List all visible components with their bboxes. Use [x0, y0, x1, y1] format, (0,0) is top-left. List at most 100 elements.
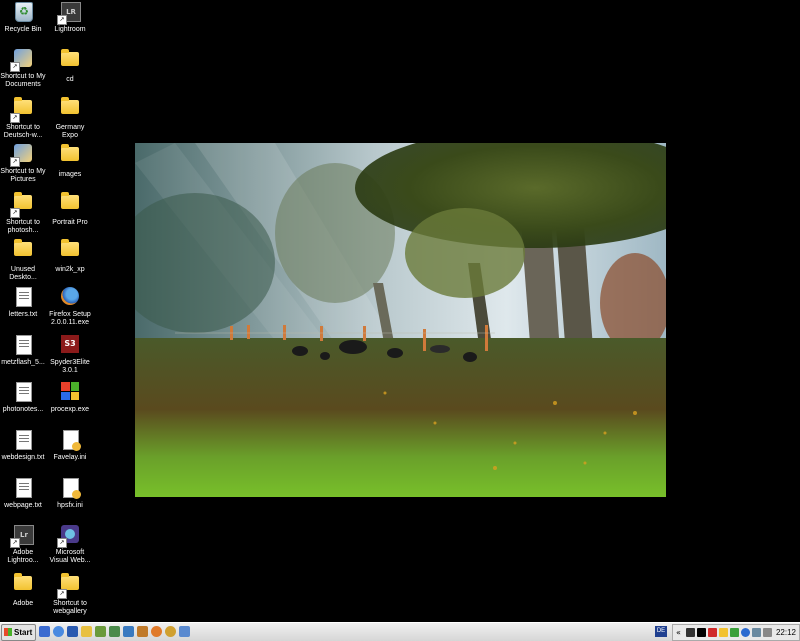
shortcut-arrow-icon: ↗	[10, 62, 20, 72]
spyder3elite-app[interactable]: S3 Spyder3Elite 3.0.1	[47, 333, 93, 375]
icon-label: Recycle Bin	[4, 26, 42, 33]
cd-folder[interactable]: cd	[47, 47, 93, 84]
tray-network-icon[interactable]	[752, 628, 761, 637]
procexp-app[interactable]: procexp.exe	[47, 380, 93, 414]
firefox-setup-icon	[61, 287, 79, 305]
icon-label: Adobe Lightroo...	[7, 549, 39, 564]
icon-label: Portrait Pro	[52, 219, 88, 226]
tray-expand-icon[interactable]: «	[676, 628, 685, 637]
shortcut-arrow-icon: ↗	[10, 208, 20, 218]
shortcut-arrow-icon: ↗	[57, 538, 67, 548]
images-folder[interactable]: images	[47, 142, 93, 179]
shortcut-arrow-icon: ↗	[57, 15, 67, 25]
my-pictures-shortcut[interactable]: ↗ Shortcut to My Pictures	[0, 142, 46, 184]
quick-launch-ie-icon[interactable]	[53, 626, 64, 637]
recycle-bin-icon: ♻	[15, 2, 33, 22]
icon-label: metzflash_5...	[1, 359, 45, 366]
icon-label: Firefox Setup 2.0.0.11.exe	[49, 311, 91, 326]
tray-red-icon[interactable]	[708, 628, 717, 637]
icon-label: Microsoft Visual Web...	[49, 549, 91, 564]
icon-label: Adobe	[12, 600, 34, 607]
text-file-icon	[16, 430, 32, 450]
text-file-icon	[16, 382, 32, 402]
icon-label: images	[58, 171, 82, 178]
quick-launch-app-icon[interactable]	[95, 626, 106, 637]
icon-label: photonotes...	[2, 406, 44, 413]
folder-icon	[14, 239, 32, 256]
lightroom-desktop-icon[interactable]: LR ↗ Lightroom	[47, 0, 93, 34]
tray-green-icon[interactable]	[730, 628, 739, 637]
quick-launch-media-icon[interactable]	[109, 626, 120, 637]
icon-label: Shortcut to photosh...	[6, 219, 40, 234]
shortcut-arrow-icon: ↗	[10, 538, 20, 548]
ini-file-icon	[63, 430, 81, 451]
windows-logo-icon	[4, 628, 12, 636]
win2k-xp-folder[interactable]: win2k_xp	[47, 237, 93, 274]
tray-black-icon[interactable]	[697, 628, 706, 637]
shortcut-arrow-icon: ↗	[10, 113, 20, 123]
folder-icon	[61, 239, 79, 256]
quick-launch-search-icon[interactable]	[123, 626, 134, 637]
visual-web-shortcut[interactable]: ↗ Microsoft Visual Web...	[47, 523, 93, 565]
recycle-bin-desktop-icon[interactable]: ♻ Recycle Bin	[0, 0, 46, 34]
webgallery-shortcut[interactable]: ↗ Shortcut to webgallery	[47, 571, 93, 616]
icon-label: webpage.txt	[4, 502, 42, 509]
folder-icon	[61, 49, 79, 66]
icon-label: Shortcut to My Pictures	[0, 168, 46, 183]
adobe-folder[interactable]: Adobe	[0, 571, 46, 608]
icon-label: procexp.exe	[50, 406, 90, 413]
my-documents-shortcut[interactable]: ↗ Shortcut to My Documents	[0, 47, 46, 89]
letters-txt-file[interactable]: letters.txt	[0, 285, 46, 319]
spyder-icon: S3	[61, 335, 79, 353]
text-file-icon	[16, 478, 32, 498]
language-indicator[interactable]: DE	[655, 626, 667, 637]
favelay-ini-file[interactable]: Favelay.ini	[47, 428, 93, 462]
ini-file-icon	[63, 478, 81, 499]
icon-label: letters.txt	[8, 311, 38, 318]
photoshop-shortcut[interactable]: ↗ Shortcut to photosh...	[0, 190, 46, 235]
icon-label: Spyder3Elite 3.0.1	[50, 359, 90, 374]
webpage-txt-file[interactable]: webpage.txt	[0, 476, 46, 510]
firefox-setup-file[interactable]: Firefox Setup 2.0.0.11.exe	[47, 285, 93, 327]
icon-label: hpsfx.ini	[57, 502, 83, 509]
adobe-lightroom-shortcut[interactable]: Lr ↗ Adobe Lightroo...	[0, 523, 46, 565]
process-explorer-icon	[61, 382, 79, 400]
germany-expo-folder[interactable]: Germany Expo	[47, 95, 93, 140]
quick-launch-firefox-icon[interactable]	[151, 626, 162, 637]
tray-blue-icon[interactable]	[741, 628, 750, 637]
taskbar: Start DE « 22:12	[0, 622, 800, 641]
quick-launch-chrome-icon[interactable]	[165, 626, 176, 637]
folder-icon	[14, 97, 32, 114]
quick-launch-tool-icon[interactable]	[179, 626, 190, 637]
quick-launch-photo-icon[interactable]	[137, 626, 148, 637]
metzflash-file[interactable]: metzflash_5...	[0, 333, 46, 367]
unused-desktop-folder[interactable]: Unused Deskto...	[0, 237, 46, 282]
webdesign-txt-file[interactable]: webdesign.txt	[0, 428, 46, 462]
quick-launch-outlook-icon[interactable]	[67, 626, 78, 637]
deutsch-shortcut[interactable]: ↗ Shortcut to Deutsch-w...	[0, 95, 46, 140]
quick-launch-folder-icon[interactable]	[81, 626, 92, 637]
quick-launch-desktop-icon[interactable]	[39, 626, 50, 637]
wallpaper-photo	[135, 143, 666, 497]
icon-label: cd	[66, 76, 74, 83]
folder-icon	[61, 573, 79, 590]
icon-label: Shortcut to webgallery	[53, 600, 87, 615]
folder-icon	[61, 192, 79, 209]
icon-label: Favelay.ini	[53, 454, 87, 461]
folder-icon	[14, 573, 32, 590]
text-file-icon	[16, 335, 32, 355]
shortcut-arrow-icon: ↗	[57, 589, 67, 599]
tray-z-icon[interactable]	[686, 628, 695, 637]
icon-label: Shortcut to My Documents	[0, 73, 46, 88]
folder-icon	[61, 97, 79, 114]
hpsfx-ini-file[interactable]: hpsfx.ini	[47, 476, 93, 510]
portrait-pro-folder[interactable]: Portrait Pro	[47, 190, 93, 227]
tray-volume-icon[interactable]	[763, 628, 772, 637]
clock[interactable]: 22:12	[776, 626, 796, 639]
tray-warning-icon[interactable]	[719, 628, 728, 637]
icon-label: Shortcut to Deutsch-w...	[3, 124, 43, 139]
folder-icon	[61, 144, 79, 161]
photonotes-file[interactable]: photonotes...	[0, 380, 46, 414]
start-button[interactable]: Start	[1, 624, 36, 641]
start-label: Start	[14, 628, 33, 637]
